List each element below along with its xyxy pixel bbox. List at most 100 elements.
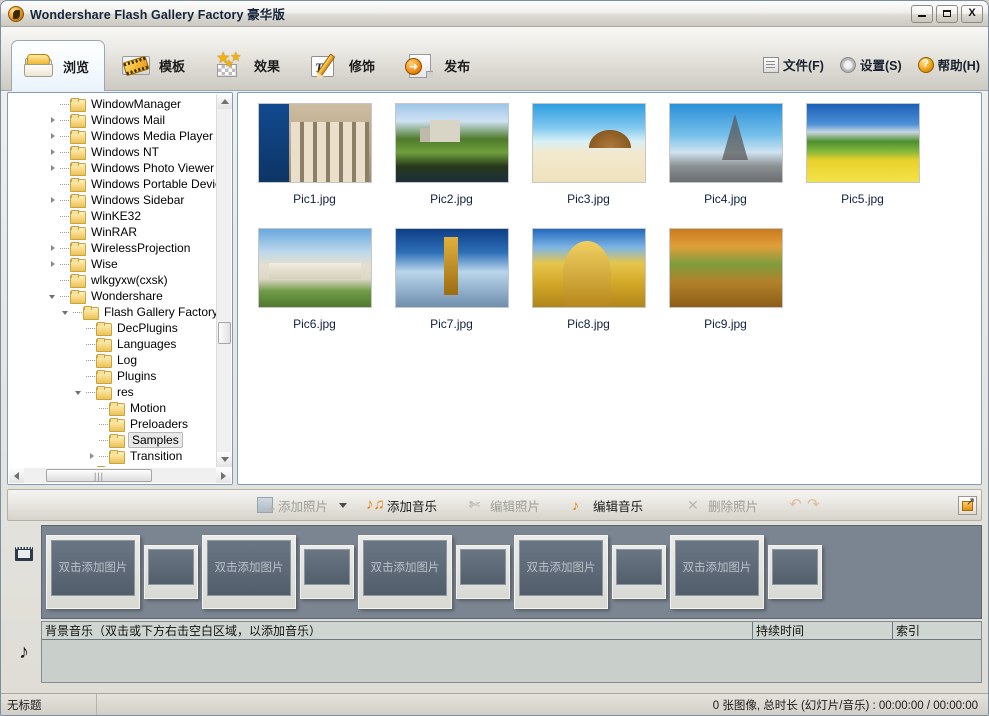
tab-publish[interactable]: ➜ 发布 <box>393 40 485 91</box>
tree-vscroll-thumb[interactable] <box>218 322 231 344</box>
tree-collapse-icon[interactable] <box>61 307 72 318</box>
storyboard-slide[interactable]: 双击添加图片 <box>670 535 764 609</box>
menu-settings[interactable]: 设置(S) <box>839 55 902 74</box>
storyboard-transition[interactable] <box>144 545 198 599</box>
tree-item[interactable]: Wise <box>9 256 216 272</box>
tree-item[interactable]: Plugins <box>9 368 216 384</box>
thumbnail-image[interactable] <box>531 228 646 308</box>
thumbnail-item[interactable]: Pic3.jpg <box>520 103 657 228</box>
tree-item[interactable]: wlkgyxw(cxsk) <box>9 272 216 288</box>
expand-panel-icon[interactable] <box>958 495 977 515</box>
tree-item[interactable]: WirelessProjection <box>9 240 216 256</box>
tab-effects[interactable]: ★ ★ ★ 效果 <box>203 40 295 91</box>
scroll-left-arrow-icon[interactable] <box>9 468 24 483</box>
tree-hscroll-track[interactable]: ||| <box>24 468 216 483</box>
tree-item[interactable]: WinKE32 <box>9 208 216 224</box>
delete-photo-button[interactable]: ✕ 删除照片 <box>678 493 767 517</box>
tree-item[interactable]: DecPlugins <box>9 320 216 336</box>
tree-expand-icon[interactable] <box>48 259 59 270</box>
tree-item[interactable]: Resource <box>9 464 216 467</box>
storyboard-strip[interactable]: 双击添加图片 双击添加图片 双击添加图片 双击添加图片 双击添加图片 <box>41 525 982 619</box>
tree-collapse-icon[interactable] <box>74 387 85 398</box>
tree-item[interactable]: Log <box>9 352 216 368</box>
thumbnail-item[interactable]: Pic8.jpg <box>520 228 657 353</box>
storyboard-transition[interactable] <box>456 545 510 599</box>
thumbnail-image[interactable] <box>257 103 372 183</box>
redo-arrow-icon[interactable]: ↷ <box>807 497 825 513</box>
edit-music-button[interactable]: ♪ 编辑音乐 <box>563 493 652 517</box>
thumbnail-item[interactable]: Pic2.jpg <box>383 103 520 228</box>
folder-tree-scroll[interactable]: WindowManager Windows Mail Windows Media P… <box>9 94 216 467</box>
tree-expand-icon[interactable] <box>48 147 59 158</box>
thumbnail-item[interactable]: Pic7.jpg <box>383 228 520 353</box>
menu-file[interactable]: 文件(F) <box>763 55 824 74</box>
thumbnail-image[interactable] <box>394 103 509 183</box>
tree-item[interactable]: Languages <box>9 336 216 352</box>
thumbnail-image[interactable] <box>668 228 783 308</box>
tree-item[interactable]: WindowManager <box>9 96 216 112</box>
thumbnail-item[interactable]: Pic5.jpg <box>794 103 931 228</box>
undo-arrow-icon[interactable]: ↶ <box>789 497 807 513</box>
tree-item[interactable]: res <box>9 384 216 400</box>
maximize-button[interactable] <box>936 4 958 23</box>
tree-item[interactable]: Transition <box>9 448 216 464</box>
tree-item[interactable]: WinRAR <box>9 224 216 240</box>
scroll-up-arrow-icon[interactable] <box>217 94 232 109</box>
tree-item[interactable]: Windows Portable Device <box>9 176 216 192</box>
tree-item[interactable]: Windows Media Player <box>9 128 216 144</box>
thumbnail-image[interactable] <box>394 228 509 308</box>
tree-collapse-icon[interactable] <box>48 291 59 302</box>
add-music-button[interactable]: ♪♫ 添加音乐 <box>357 493 446 517</box>
storyboard-transition[interactable] <box>612 545 666 599</box>
thumbnail-item[interactable]: Pic9.jpg <box>657 228 794 353</box>
tree-expand-icon[interactable] <box>48 115 59 126</box>
tree-expand-icon[interactable] <box>48 243 59 254</box>
add-photo-button[interactable]: 添加照片 <box>248 493 337 517</box>
thumbnail-image[interactable] <box>257 228 372 308</box>
tree-item[interactable]: Motion <box>9 400 216 416</box>
tree-connector <box>86 391 95 393</box>
tree-expand-icon[interactable] <box>74 467 85 468</box>
tree-expand-icon[interactable] <box>48 131 59 142</box>
tab-template[interactable]: 模板 <box>108 40 200 91</box>
transition-thumbnail <box>460 549 506 585</box>
tree-item[interactable]: Windows Photo Viewer <box>9 160 216 176</box>
tree-item[interactable]: Windows Sidebar <box>9 192 216 208</box>
music-list-body[interactable] <box>42 640 981 682</box>
tree-item[interactable]: Wondershare <box>9 288 216 304</box>
scroll-right-arrow-icon[interactable] <box>216 468 231 483</box>
thumbnail-image[interactable] <box>805 103 920 183</box>
menu-help[interactable]: ? 帮助(H) <box>917 55 980 74</box>
thumbnail-item[interactable]: Pic1.jpg <box>246 103 383 228</box>
music-list[interactable]: 背景音乐（双击或下方右击空白区域，以添加音乐） 持续时间 索引 <box>41 621 982 683</box>
music-column-duration: 持续时间 <box>753 622 893 639</box>
scroll-down-arrow-icon[interactable] <box>217 452 232 467</box>
edit-photo-button[interactable]: ✄ 编辑照片 <box>460 493 549 517</box>
chevron-down-icon[interactable] <box>339 502 348 508</box>
close-button[interactable]: X <box>961 4 983 23</box>
tree-horizontal-scrollbar[interactable]: ||| <box>9 468 231 483</box>
tab-decorate[interactable]: T 修饰 <box>298 40 390 91</box>
storyboard-slide[interactable]: 双击添加图片 <box>202 535 296 609</box>
storyboard-slide[interactable]: 双击添加图片 <box>46 535 140 609</box>
thumbnail-item[interactable]: Pic6.jpg <box>246 228 383 353</box>
storyboard-transition[interactable] <box>768 545 822 599</box>
tree-item[interactable]: Preloaders <box>9 416 216 432</box>
storyboard-slide[interactable]: 双击添加图片 <box>514 535 608 609</box>
storyboard-transition[interactable] <box>300 545 354 599</box>
tree-hscroll-thumb[interactable]: ||| <box>46 469 152 482</box>
storyboard-slide[interactable]: 双击添加图片 <box>358 535 452 609</box>
minimize-button[interactable] <box>911 4 933 23</box>
tree-vertical-scrollbar[interactable] <box>216 94 232 467</box>
tree-item[interactable]: Samples <box>9 432 216 448</box>
tree-item[interactable]: Windows NT <box>9 144 216 160</box>
tree-expand-icon[interactable] <box>48 163 59 174</box>
thumbnail-image[interactable] <box>668 103 783 183</box>
tree-expand-icon[interactable] <box>87 451 98 462</box>
tree-item[interactable]: Windows Mail <box>9 112 216 128</box>
tree-expand-icon[interactable] <box>48 195 59 206</box>
tab-browse[interactable]: 浏览 <box>11 40 106 91</box>
thumbnail-image[interactable] <box>531 103 646 183</box>
thumbnail-item[interactable]: Pic4.jpg <box>657 103 794 228</box>
tree-item[interactable]: Flash Gallery Factory <box>9 304 216 320</box>
